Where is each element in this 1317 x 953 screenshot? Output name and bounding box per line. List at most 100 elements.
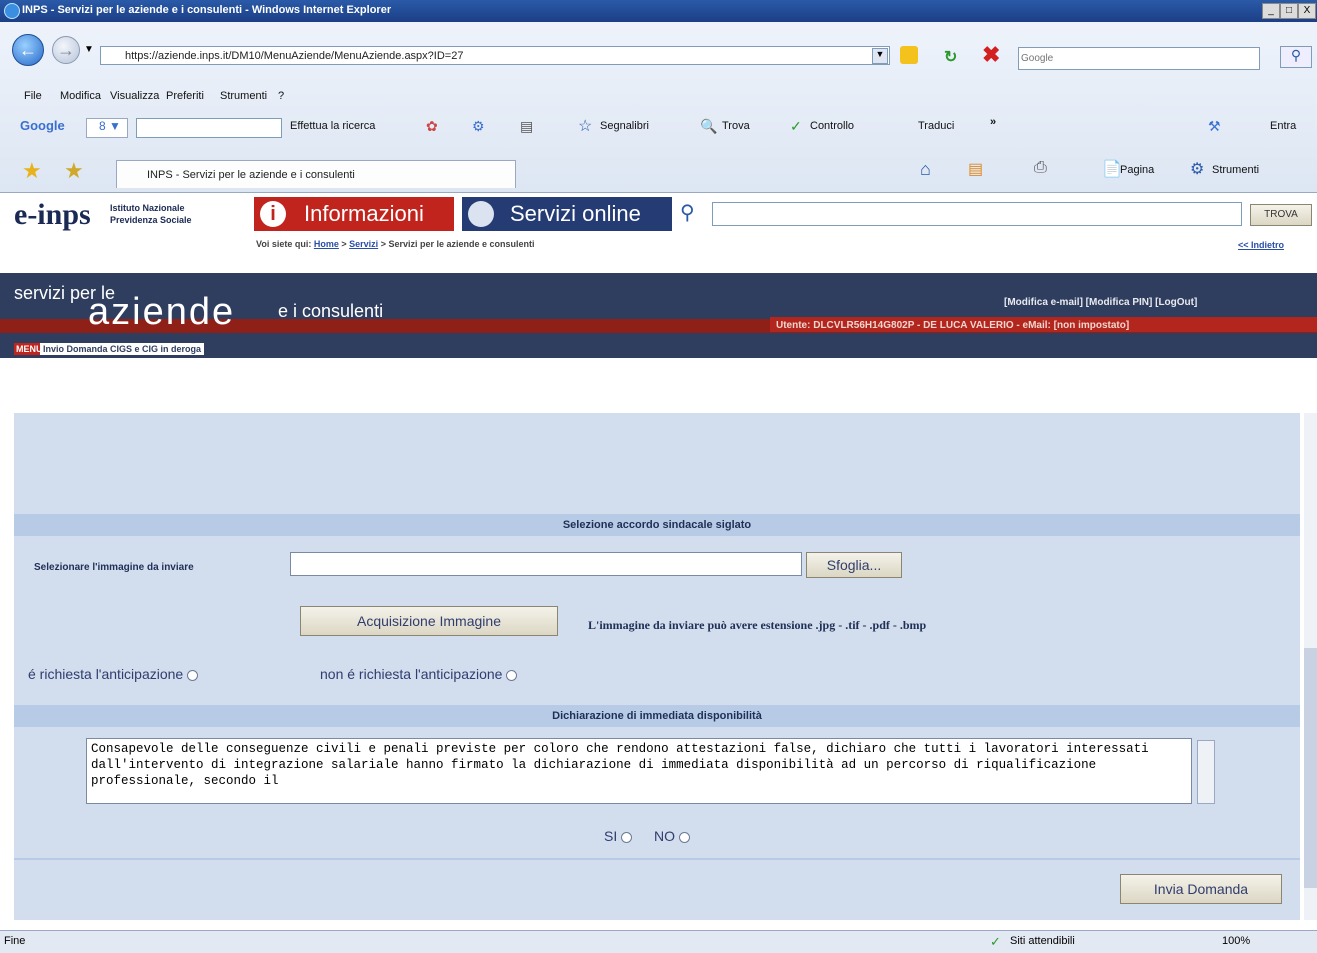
menu-visualizza[interactable]: Visualizza [110, 90, 159, 102]
zoom-level[interactable]: 100% [1222, 935, 1250, 947]
entra-button[interactable]: Entra [1270, 120, 1296, 132]
strumenti-button[interactable]: Strumenti [1212, 164, 1259, 176]
breadcrumb-current: > Servizi per le aziende e consulenti [380, 239, 535, 249]
status-text: Fine [4, 935, 26, 947]
page-icon[interactable]: 📄 [1102, 159, 1122, 179]
stop-icon[interactable]: ✖ [982, 42, 1000, 68]
segnalibri-button[interactable]: Segnalibri [600, 120, 649, 132]
logo-subtitle-2: Previdenza Sociale [110, 215, 192, 225]
history-dropdown-icon[interactable]: ▼ [84, 44, 94, 55]
scrollbar-thumb[interactable] [1304, 648, 1317, 888]
inps-logo[interactable]: e-inps [14, 198, 91, 232]
account-links[interactable]: [Modifica e-mail] [Modifica PIN] [LogOut… [1004, 297, 1197, 308]
section-dichiarazione-header: Dichiarazione di immediata disponibilità [14, 705, 1300, 727]
pagerank-icon[interactable]: ⚙ [472, 118, 485, 135]
back-link[interactable]: << Indietro [1238, 240, 1284, 250]
spellcheck-icon[interactable]: ✓ [790, 118, 802, 135]
tab-informazioni-label: Informazioni [304, 201, 424, 226]
find-icon[interactable]: 🔍 [700, 118, 717, 135]
zone-label[interactable]: Siti attendibili [1010, 935, 1075, 947]
file-path-input[interactable] [290, 552, 802, 576]
tools-gear-icon[interactable]: ⚙ [1190, 159, 1204, 179]
anticipazione-label: é richiesta l'anticipazione [28, 666, 184, 682]
menu-file[interactable]: File [24, 90, 42, 102]
si-option[interactable]: SI [604, 828, 633, 844]
no-label: NO [654, 828, 675, 844]
user-info: Utente: DLCVLR56H14G802P - DE LUCA VALER… [776, 320, 1130, 331]
wrench-icon[interactable]: ⚒ [1208, 118, 1221, 135]
minimize-button[interactable]: _ [1262, 3, 1280, 19]
tab-servizi-label: Servizi online [510, 201, 641, 226]
google-search-button[interactable]: Effettua la ricerca [290, 120, 375, 132]
close-button[interactable]: X [1298, 3, 1316, 19]
refresh-icon[interactable]: ↻ [944, 47, 957, 67]
tab-inps[interactable]: INPS - Servizi per le aziende e i consul… [116, 160, 516, 188]
menu-strumenti[interactable]: Strumenti [220, 90, 267, 102]
textarea-scrollbar[interactable] [1197, 740, 1215, 804]
popup-blocker-icon[interactable]: ✿ [426, 118, 438, 135]
google-logo: Google [20, 118, 65, 133]
acquire-image-button[interactable]: Acquisizione Immagine [300, 606, 558, 636]
address-dropdown-icon[interactable]: ▼ [872, 48, 888, 64]
google-account-icon[interactable]: 8 ▼ [86, 118, 128, 138]
bookmark-star-icon[interactable]: ☆ [578, 116, 592, 136]
menu-help[interactable]: ? [278, 90, 284, 102]
services-icon [468, 201, 494, 227]
maximize-button[interactable]: □ [1280, 3, 1298, 19]
extension-note: L'immagine da inviare può avere estensio… [588, 618, 927, 632]
search-input[interactable] [1018, 47, 1260, 70]
sidewiki-icon[interactable]: ▤ [520, 118, 533, 135]
menu-item-invio-domanda[interactable]: Invio Domanda CIGS e CIG in deroga [40, 343, 205, 355]
breadcrumb-home[interactable]: Home [314, 239, 339, 249]
inps-search-input[interactable] [712, 202, 1242, 226]
more-tools-button[interactable]: » [990, 116, 996, 128]
address-bar[interactable]: https://aziende.inps.it/DM10/MenuAziende… [100, 46, 890, 65]
lock-icon[interactable] [900, 46, 918, 64]
banner-aziende: aziende [88, 291, 236, 333]
feeds-icon[interactable]: ▤ [968, 159, 983, 179]
search-icon[interactable]: ⚲ [1280, 46, 1312, 68]
breadcrumb: Voi siete qui: Home > Servizi > Servizi … [256, 239, 535, 249]
browser-chrome: ← → ▼ https://aziende.inps.it/DM10/MenuA… [0, 22, 1317, 193]
no-anticipazione-label: non é richiesta l'anticipazione [320, 666, 503, 682]
status-bar: Fine ✓ Siti attendibili 100% [0, 930, 1317, 953]
menu-modifica[interactable]: Modifica [60, 90, 101, 102]
divider [14, 858, 1300, 860]
menu-preferiti[interactable]: Preferiti [166, 90, 204, 102]
window-title: INPS - Servizi per le aziende e i consul… [22, 4, 392, 16]
no-anticipazione-option[interactable]: non é richiesta l'anticipazione [320, 666, 518, 682]
anticipazione-radio[interactable] [187, 669, 199, 681]
home-icon[interactable]: ⌂ [920, 159, 931, 180]
pagina-button[interactable]: Pagina [1120, 164, 1154, 176]
declaration-textarea[interactable]: Consapevole delle conseguenze civili e p… [86, 738, 1192, 804]
logo-subtitle-1: Istituto Nazionale [110, 203, 185, 213]
tab-servizi-online[interactable]: Servizi online [462, 197, 672, 231]
browse-button[interactable]: Sfoglia... [806, 552, 902, 578]
no-radio[interactable] [678, 831, 690, 843]
breadcrumb-prefix: Voi siete qui: [256, 239, 312, 249]
si-label: SI [604, 828, 618, 844]
ie-icon [4, 3, 20, 19]
google-search-input[interactable] [136, 118, 282, 138]
aziende-banner: servizi per le aziende e i consulenti [M… [0, 273, 1317, 358]
select-image-label: Selezionare l'immagine da inviare [34, 562, 194, 573]
submit-button[interactable]: Invia Domanda [1120, 874, 1282, 904]
back-button[interactable]: ← [12, 34, 44, 66]
add-favorite-icon[interactable]: ★ [64, 158, 84, 184]
controllo-button[interactable]: Controllo [810, 120, 854, 132]
traduci-button[interactable]: Traduci [918, 120, 954, 132]
no-option[interactable]: NO [654, 828, 690, 844]
tab-informazioni[interactable]: i Informazioni [254, 197, 454, 231]
si-radio[interactable] [621, 831, 633, 843]
trusted-sites-icon: ✓ [990, 934, 1001, 949]
breadcrumb-servizi[interactable]: Servizi [349, 239, 378, 249]
favorites-star-icon[interactable]: ★ [22, 158, 42, 184]
window-titlebar: INPS - Servizi per le aziende e i consul… [0, 0, 1317, 22]
search-magnifier-icon: ⚲ [680, 202, 695, 224]
trova-button[interactable]: Trova [722, 120, 750, 132]
anticipazione-option[interactable]: é richiesta l'anticipazione [28, 666, 199, 682]
forward-button[interactable]: → [52, 36, 80, 64]
trova-search-button[interactable]: TROVA [1250, 204, 1312, 226]
print-icon[interactable]: ⎙ [1034, 159, 1047, 177]
no-anticipazione-radio[interactable] [506, 669, 518, 681]
